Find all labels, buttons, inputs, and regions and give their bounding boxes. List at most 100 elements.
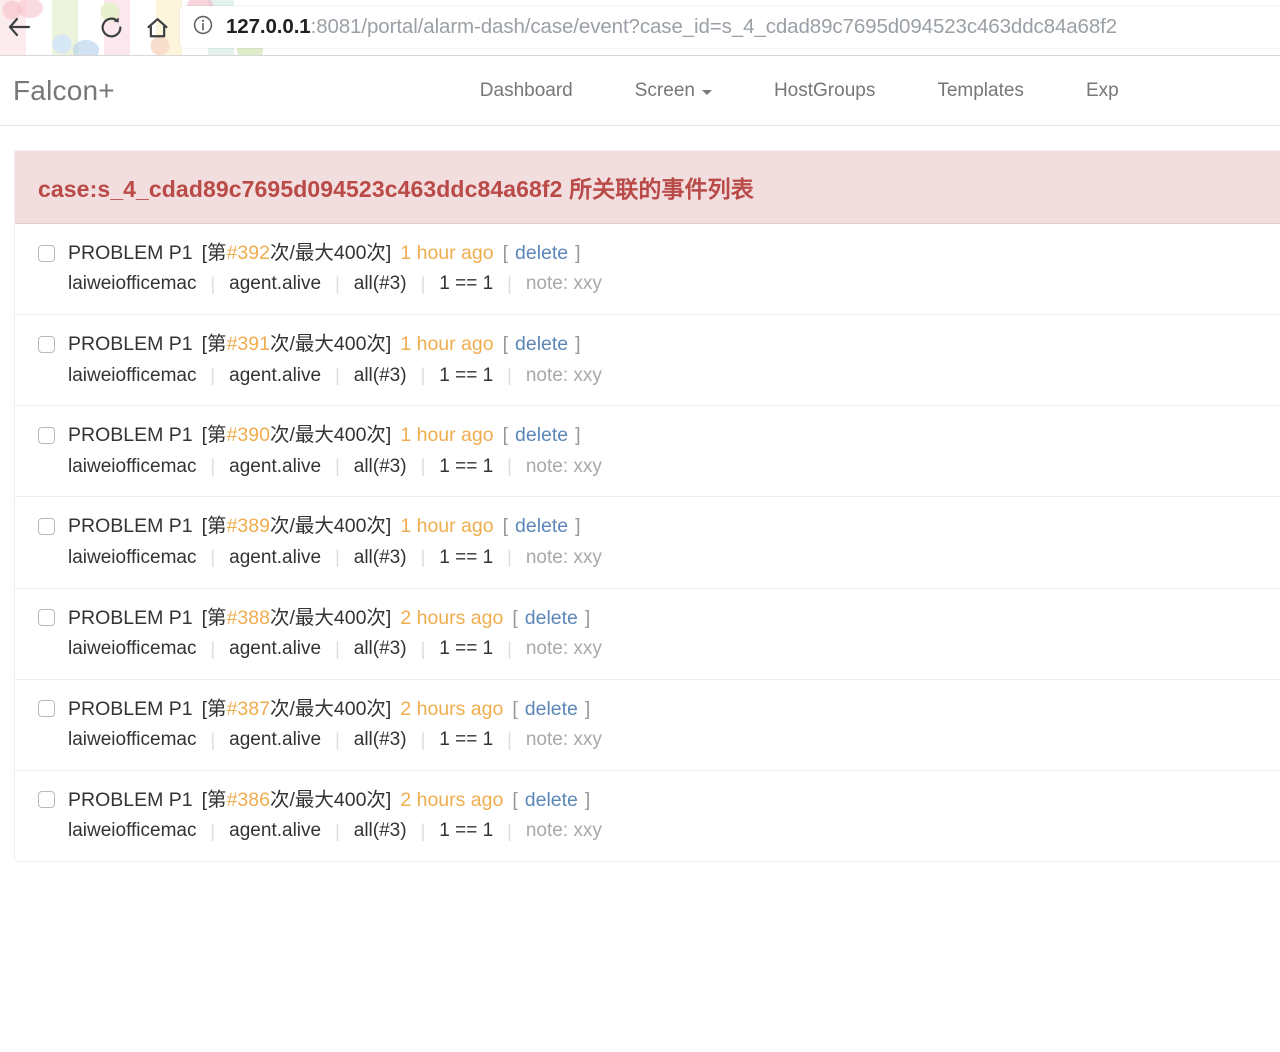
meta-separator: | [420, 820, 426, 841]
event-host: laiweiofficemac [68, 364, 197, 386]
browser-chrome: 127.0.0.1:8081/portal/alarm-dash/case/ev… [0, 0, 1280, 56]
site-info-icon[interactable] [192, 14, 214, 41]
event-select-checkbox[interactable] [38, 244, 55, 262]
event-function: all(#3) [353, 729, 407, 750]
delete-link[interactable]: delete [525, 788, 578, 812]
event-select-checkbox[interactable] [38, 791, 55, 809]
meta-separator: | [210, 638, 216, 659]
event-expression: 1 == 1 [439, 364, 494, 386]
delete-link[interactable]: delete [515, 332, 568, 356]
bracket-open: [ [502, 515, 509, 538]
meta-separator: | [420, 274, 426, 294]
meta-separator: | [507, 365, 512, 386]
event-count: [第#391次/最大400次] [201, 333, 392, 356]
event-metric: agent.alive [229, 364, 322, 386]
event-status: PROBLEM P1 [68, 242, 193, 264]
bracket-open: [ [512, 606, 518, 629]
event-row-meta: laiweiofficemac | agent.alive | all(#3) … [68, 728, 1280, 752]
event-expression: 1 == 1 [439, 455, 494, 477]
event-count: [第#386次/最大400次] [201, 788, 392, 811]
nav-item-dashboard[interactable]: Dashboard [449, 80, 604, 102]
content-area: case:s_4_cdad89c7695d094523c463ddc84a68f… [0, 126, 1280, 862]
meta-separator: | [210, 274, 216, 294]
event-host: laiweiofficemac [68, 637, 197, 659]
brand-logo[interactable]: Falcon+ [13, 75, 115, 107]
address-bar[interactable]: 127.0.0.1:8081/portal/alarm-dash/case/ev… [180, 6, 1280, 48]
event-note: note: xxy [525, 546, 602, 568]
meta-separator: | [335, 638, 340, 659]
event-row: PROBLEM P1 [第#392次/最大400次] 1 hour ago [ … [15, 224, 1280, 316]
event-row: PROBLEM P1 [第#391次/最大400次] 1 hour ago [ … [15, 315, 1280, 407]
event-time: 2 hours ago [400, 606, 504, 629]
bracket-open: [ [502, 242, 509, 264]
event-function: all(#3) [353, 364, 407, 386]
url-path: :8081/portal/alarm-dash/case/event?case_… [310, 15, 1118, 38]
event-metric: agent.alive [229, 820, 322, 842]
event-time: 1 hour ago [400, 424, 494, 447]
event-function: all(#3) [353, 637, 407, 659]
event-host: laiweiofficemac [68, 546, 197, 568]
nav-item-screen[interactable]: Screen [604, 80, 743, 102]
nav-item-hostgroups[interactable]: HostGroups [743, 80, 906, 102]
event-function: all(#3) [353, 546, 407, 568]
meta-separator: | [420, 547, 426, 568]
meta-separator: | [420, 729, 426, 750]
event-note: note: xxy [525, 273, 602, 295]
event-row: PROBLEM P1 [第#388次/最大400次] 2 hours ago [… [15, 589, 1280, 680]
event-metric: agent.alive [229, 273, 322, 295]
event-row-primary: PROBLEM P1 [第#390次/最大400次] 1 hour ago [ … [38, 423, 1280, 447]
meta-separator: | [507, 820, 512, 841]
nav-item-label: Templates [937, 79, 1024, 101]
meta-separator: | [335, 820, 340, 841]
event-row-meta: laiweiofficemac | agent.alive | all(#3) … [68, 819, 1280, 843]
meta-separator: | [507, 456, 512, 477]
url-text: 127.0.0.1:8081/portal/alarm-dash/case/ev… [226, 15, 1117, 39]
event-row-primary: PROBLEM P1 [第#391次/最大400次] 1 hour ago [ … [38, 332, 1280, 356]
nav-links: Dashboard Screen HostGroups Templates Ex… [449, 80, 1150, 102]
event-row-primary: PROBLEM P1 [第#389次/最大400次] 1 hour ago [ … [38, 514, 1280, 538]
event-row-meta: laiweiofficemac | agent.alive | all(#3) … [68, 637, 1280, 661]
app-navbar: Falcon+ Dashboard Screen HostGroups Temp… [0, 56, 1280, 126]
event-select-checkbox[interactable] [38, 700, 55, 718]
chevron-down-icon [701, 89, 712, 95]
event-row-primary: PROBLEM P1 [第#392次/最大400次] 1 hour ago [ … [38, 241, 1280, 265]
event-expression: 1 == 1 [439, 546, 494, 568]
bracket-close: ] [575, 424, 581, 447]
nav-item-templates[interactable]: Templates [906, 80, 1055, 102]
delete-link[interactable]: delete [515, 241, 568, 265]
meta-separator: | [335, 456, 340, 477]
delete-link[interactable]: delete [525, 697, 578, 721]
meta-separator: | [420, 638, 426, 659]
event-time: 1 hour ago [400, 333, 494, 356]
reload-icon[interactable] [94, 10, 128, 44]
event-panel: case:s_4_cdad89c7695d094523c463ddc84a68f… [14, 150, 1280, 862]
bracket-close: ] [584, 697, 591, 720]
event-time: 2 hours ago [400, 697, 504, 720]
delete-link[interactable]: delete [525, 606, 578, 630]
event-row-primary: PROBLEM P1 [第#388次/最大400次] 2 hours ago [… [38, 606, 1280, 630]
bracket-close: ] [575, 242, 581, 264]
event-select-checkbox[interactable] [38, 518, 55, 536]
meta-separator: | [210, 820, 216, 841]
meta-separator: | [335, 729, 340, 750]
delete-link[interactable]: delete [515, 514, 568, 538]
event-note: note: xxy [525, 820, 602, 842]
event-expression: 1 == 1 [439, 729, 494, 750]
event-select-checkbox[interactable] [38, 426, 55, 444]
event-count: [第#388次/最大400次] [201, 606, 392, 629]
event-status: PROBLEM P1 [68, 788, 193, 811]
event-count: [第#389次/最大400次] [201, 515, 392, 538]
event-time: 2 hours ago [400, 788, 504, 811]
event-status: PROBLEM P1 [68, 333, 193, 356]
event-status: PROBLEM P1 [68, 424, 193, 447]
event-count: [第#392次/最大400次] [201, 242, 392, 264]
meta-separator: | [507, 274, 512, 294]
event-row-primary: PROBLEM P1 [第#387次/最大400次] 2 hours ago [… [38, 697, 1280, 721]
meta-separator: | [335, 274, 340, 294]
event-select-checkbox[interactable] [38, 335, 55, 353]
nav-item-expression[interactable]: Exp [1055, 80, 1150, 102]
home-icon[interactable] [140, 10, 174, 44]
event-select-checkbox[interactable] [38, 609, 55, 627]
delete-link[interactable]: delete [515, 423, 568, 447]
back-arrow-icon[interactable] [2, 10, 36, 44]
